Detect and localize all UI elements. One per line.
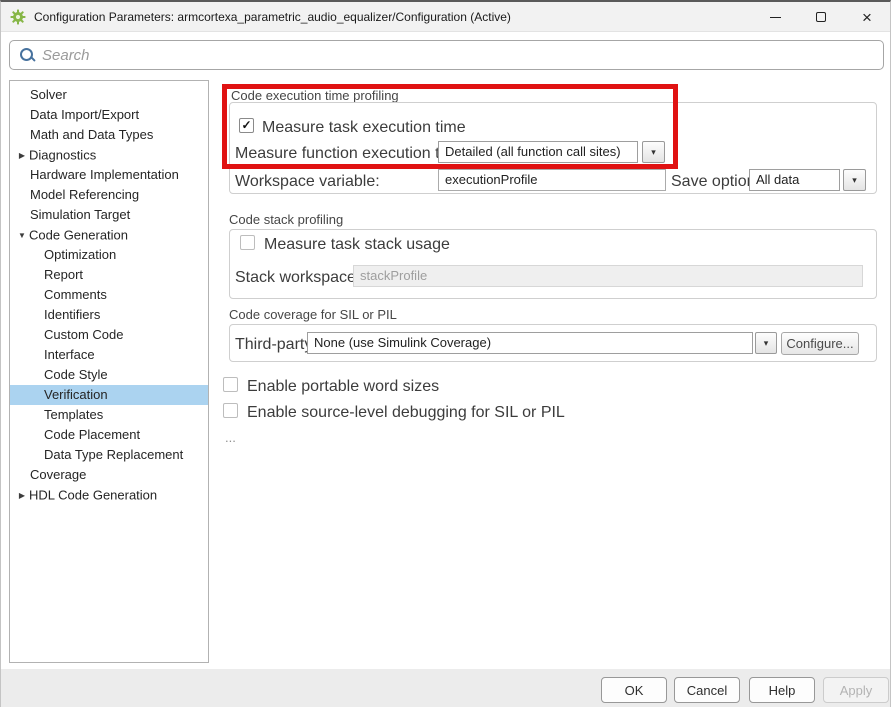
sidebar-item-label: Report (44, 267, 83, 282)
window-controls: × (752, 2, 890, 32)
sidebar-item-label: Diagnostics (29, 148, 96, 163)
measure-function-times-dropdown[interactable]: Detailed (all function call sites) (438, 141, 638, 163)
sidebar-item-simulation-target[interactable]: Simulation Target (10, 205, 208, 225)
titlebar: Configuration Parameters: armcortexa_par… (1, 2, 890, 32)
sidebar-item-label: Identifiers (44, 307, 100, 322)
sidebar-item-templates[interactable]: Templates (10, 405, 208, 425)
apply-button: Apply (823, 677, 889, 703)
minimize-button[interactable] (752, 2, 798, 32)
chevron-down-icon: ▾ (651, 148, 656, 157)
sidebar-item-label: Code Placement (44, 427, 140, 442)
ok-button[interactable]: OK (601, 677, 667, 703)
sidebar-item-label: Custom Code (44, 327, 123, 342)
sidebar-item-solver[interactable]: Solver (10, 85, 208, 105)
sidebar-item-label: Data Import/Export (30, 107, 139, 122)
stack-workspace-variable-input: stackProfile (353, 265, 863, 287)
checkmark-icon: ✓ (241, 119, 251, 131)
close-icon: × (862, 9, 872, 26)
sidebar-item-report[interactable]: Report (10, 265, 208, 285)
configuration-parameters-dialog: Configuration Parameters: armcortexa_par… (0, 0, 891, 707)
sidebar-item-label: HDL Code Generation (29, 488, 157, 503)
chevron-right-icon[interactable]: ▶ (15, 146, 29, 166)
sidebar-item-label: Simulation Target (30, 207, 130, 222)
cancel-button[interactable]: Cancel (674, 677, 740, 703)
third-party-tool-dropdown-button[interactable]: ▾ (755, 332, 777, 354)
close-button[interactable]: × (844, 2, 890, 32)
sidebar-item-data-import-export[interactable]: Data Import/Export (10, 105, 208, 125)
sidebar-item-hardware-implementation[interactable]: Hardware Implementation (10, 165, 208, 185)
third-party-tool-dropdown[interactable]: None (use Simulink Coverage) (307, 332, 753, 354)
sidebar-item-label: Data Type Replacement (44, 447, 183, 462)
sidebar-item-label: Coverage (30, 467, 86, 482)
sidebar-item-hdl-code-generation[interactable]: ▶HDL Code Generation (10, 485, 208, 505)
enable-portable-word-sizes-label: Enable portable word sizes (247, 378, 439, 396)
sidebar-item-verification[interactable]: Verification (10, 385, 208, 405)
sidebar-item-label: Code Generation (29, 228, 128, 243)
search-icon (19, 47, 35, 63)
sidebar-item-code-placement[interactable]: Code Placement (10, 425, 208, 445)
sidebar-item-identifiers[interactable]: Identifiers (10, 305, 208, 325)
save-options-dropdown[interactable]: All data (749, 169, 840, 191)
sidebar-item-label: Comments (44, 287, 107, 302)
measure-task-stack-usage-checkbox[interactable] (240, 235, 255, 250)
chevron-right-icon[interactable]: ▶ (15, 486, 29, 506)
sidebar-item-coverage[interactable]: Coverage (10, 465, 208, 485)
enable-portable-word-sizes-checkbox[interactable] (223, 377, 238, 392)
sidebar-item-optimization[interactable]: Optimization (10, 245, 208, 265)
sidebar-item-comments[interactable]: Comments (10, 285, 208, 305)
measure-task-execution-time-label: Measure task execution time (262, 119, 466, 137)
sidebar-tree: Solver Data Import/Export Math and Data … (9, 80, 209, 663)
sidebar-item-label: Math and Data Types (30, 127, 153, 142)
footer-bar: OK Cancel Help Apply (1, 669, 890, 707)
sidebar-item-diagnostics[interactable]: ▶Diagnostics (10, 145, 208, 165)
minimize-icon (770, 17, 781, 18)
gear-icon (10, 9, 26, 25)
sidebar-item-model-referencing[interactable]: Model Referencing (10, 185, 208, 205)
sidebar-item-code-style[interactable]: Code Style (10, 365, 208, 385)
enable-source-level-debugging-checkbox[interactable] (223, 403, 238, 418)
save-options-dropdown-button[interactable]: ▾ (843, 169, 866, 191)
sidebar-item-math-and-data-types[interactable]: Math and Data Types (10, 125, 208, 145)
ellipsis-text: ... (225, 430, 236, 445)
sidebar-item-interface[interactable]: Interface (10, 345, 208, 365)
window-title: Configuration Parameters: armcortexa_par… (34, 10, 511, 24)
sidebar-item-custom-code[interactable]: Custom Code (10, 325, 208, 345)
measure-task-stack-usage-label: Measure task stack usage (264, 236, 450, 254)
sidebar-item-label: Templates (44, 407, 103, 422)
sidebar-item-label: Solver (30, 87, 67, 102)
chevron-down-icon: ▾ (764, 339, 769, 348)
sidebar-item-label: Interface (44, 347, 95, 362)
sidebar-item-label: Optimization (44, 247, 116, 262)
sidebar-item-code-generation[interactable]: ▼Code Generation (10, 225, 208, 245)
sidebar-item-data-type-replacement[interactable]: Data Type Replacement (10, 445, 208, 465)
measure-function-times-dropdown-button[interactable]: ▾ (642, 141, 665, 163)
search-input[interactable] (42, 47, 883, 64)
sidebar-item-label: Hardware Implementation (30, 167, 179, 182)
enable-source-level-debugging-label: Enable source-level debugging for SIL or… (247, 404, 565, 422)
sidebar-item-label: Verification (44, 387, 108, 402)
maximize-button[interactable] (798, 2, 844, 32)
sidebar-item-label: Model Referencing (30, 187, 139, 202)
help-button[interactable]: Help (749, 677, 815, 703)
configure-button[interactable]: Configure... (781, 332, 859, 355)
workspace-variable-label: Workspace variable: (235, 173, 380, 191)
section-title-code-coverage: Code coverage for SIL or PIL (229, 307, 397, 322)
sidebar-item-label: Code Style (44, 367, 108, 382)
chevron-down-icon[interactable]: ▼ (15, 226, 29, 246)
section-title-code-execution-time-profiling: Code execution time profiling (231, 88, 399, 103)
workspace-variable-input[interactable]: executionProfile (438, 169, 666, 191)
section-title-code-stack-profiling: Code stack profiling (229, 212, 343, 227)
chevron-down-icon: ▾ (852, 176, 857, 185)
search-bar (9, 40, 884, 70)
maximize-icon (816, 12, 826, 22)
measure-task-execution-time-checkbox[interactable]: ✓ (239, 118, 254, 133)
